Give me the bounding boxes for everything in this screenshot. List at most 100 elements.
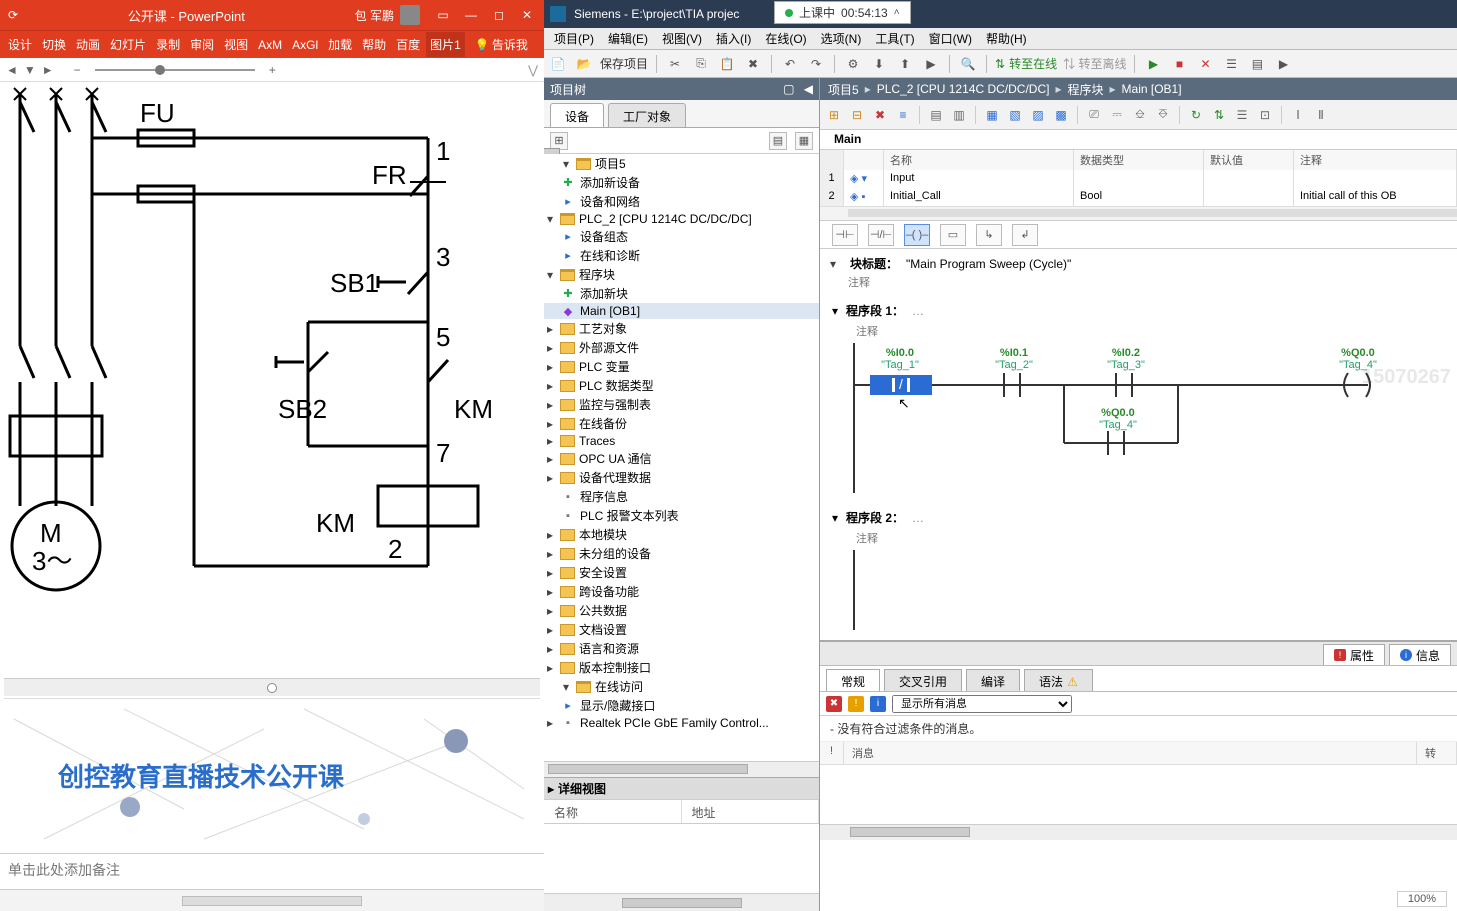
tool-icon[interactable]: ≡: [893, 105, 913, 125]
ribbon-tab[interactable]: AxM: [254, 34, 286, 56]
tree-item[interactable]: 公共数据: [579, 602, 627, 619]
tree-item[interactable]: PLC_2 [CPU 1214C DC/DC/DC]: [579, 212, 752, 226]
block-title-row[interactable]: ▾ 块标题： "Main Program Sweep (Cycle)": [820, 249, 1457, 274]
menu-item[interactable]: 编辑(E): [604, 28, 652, 49]
go-online-button[interactable]: ⇅ 转至在线: [995, 55, 1057, 72]
twisty-icon[interactable]: ▸: [544, 547, 556, 561]
tree-item[interactable]: Realtek PCIe GbE Family Control...: [580, 716, 769, 730]
ribbon-tab[interactable]: 图片1: [426, 32, 465, 57]
tree-item[interactable]: PLC 报警文本列表: [580, 507, 679, 524]
delete-icon[interactable]: ✖: [743, 54, 763, 74]
grid-scroll-x[interactable]: [820, 206, 1457, 220]
twisty-icon[interactable]: ▸: [544, 623, 556, 637]
breadcrumb-item[interactable]: Main [OB1]: [1122, 82, 1182, 96]
tab-properties[interactable]: !属性: [1323, 644, 1385, 665]
msg-col-goto[interactable]: 转: [1417, 742, 1457, 764]
twisty-icon[interactable]: ▸: [544, 398, 556, 412]
tree-item[interactable]: 设备组态: [580, 228, 628, 245]
tool-icon[interactable]: ▨: [1028, 105, 1048, 125]
slide-divider[interactable]: [4, 678, 540, 696]
twisty-icon[interactable]: ▸: [544, 434, 556, 448]
interface-grid[interactable]: 名称 数据类型 默认值 注释 1 ◈ ▾ Input 2 ◈ ▪ Initial…: [820, 150, 1457, 221]
detail-col-name[interactable]: 名称: [544, 800, 682, 823]
tree-item[interactable]: 在线访问: [595, 678, 643, 695]
new-project-icon[interactable]: 📄: [548, 54, 568, 74]
zoom-percent[interactable]: 100%: [1397, 891, 1447, 907]
menu-item[interactable]: 在线(O): [761, 28, 810, 49]
twisty-icon[interactable]: ▸: [544, 417, 556, 431]
menu-item[interactable]: 选项(N): [817, 28, 866, 49]
tool-icon[interactable]: ✖: [870, 105, 890, 125]
lad-box-icon[interactable]: ▭: [940, 224, 966, 246]
menu-item[interactable]: 帮助(H): [982, 28, 1031, 49]
tree-tab-plant[interactable]: 工厂对象: [608, 103, 686, 127]
ribbon-tab[interactable]: 帮助: [358, 32, 390, 57]
tree-item[interactable]: Traces: [579, 434, 615, 448]
grid-head-name[interactable]: 名称: [884, 150, 1074, 170]
subtab-xref[interactable]: 交叉引用: [884, 669, 962, 691]
divider-handle-icon[interactable]: [267, 683, 277, 693]
ppt-horizontal-scrollbar[interactable]: [182, 896, 362, 906]
msg-col-num[interactable]: !: [820, 742, 844, 764]
lad-coil-icon[interactable]: –( )–: [904, 224, 930, 246]
tool-icon[interactable]: ⎓: [1107, 105, 1127, 125]
ladder-rung-2[interactable]: [848, 550, 1451, 630]
tree-item[interactable]: 在线备份: [579, 415, 627, 432]
tree-item[interactable]: 添加新块: [580, 285, 628, 302]
tree-collapse-icon[interactable]: ▢: [783, 82, 794, 96]
tab-info[interactable]: i信息: [1389, 644, 1451, 665]
stop-cpu-icon[interactable]: ■: [1169, 54, 1189, 74]
twisty-icon[interactable]: ▸: [544, 341, 556, 355]
close-icon[interactable]: ✕: [518, 6, 536, 24]
menu-item[interactable]: 插入(I): [712, 28, 755, 49]
twisty-icon[interactable]: ▸: [544, 642, 556, 656]
message-filter-select[interactable]: 显示所有消息: [892, 695, 1072, 713]
tree-item[interactable]: 在线和诊断: [580, 247, 640, 264]
menu-item[interactable]: 项目(P): [550, 28, 598, 49]
tool-icon[interactable]: ↻: [1186, 105, 1206, 125]
grid-head-type[interactable]: 数据类型: [1074, 150, 1204, 170]
tree-item[interactable]: 添加新设备: [580, 174, 640, 191]
twisty-icon[interactable]: ▸: [544, 604, 556, 618]
upload-icon[interactable]: ⬆: [895, 54, 915, 74]
tree-item[interactable]: 程序信息: [580, 488, 628, 505]
breadcrumb-item[interactable]: PLC_2 [CPU 1214C DC/DC/DC]: [877, 82, 1050, 96]
download-icon[interactable]: ⬇: [869, 54, 889, 74]
ribbon-tab[interactable]: 幻灯片: [106, 32, 150, 57]
grid-row[interactable]: 1 ◈ ▾ Input: [820, 170, 1457, 188]
network-comment[interactable]: 注释: [828, 323, 1451, 343]
start-cpu-icon[interactable]: ▶: [1143, 54, 1163, 74]
tool-icon[interactable]: ⎑: [1153, 105, 1173, 125]
tree-view-icon[interactable]: ▤: [769, 132, 787, 150]
slide-canvas[interactable]: FU FR SB1 SB2 KM KM M 3～ 1 3 5 7 2: [4, 86, 538, 676]
zoom-in-icon[interactable]: +: [269, 63, 276, 77]
twisty-icon[interactable]: ▸: [544, 528, 556, 542]
tree-item[interactable]: 安全设置: [579, 564, 627, 581]
breadcrumb-item[interactable]: 程序块: [1067, 81, 1103, 98]
cut-icon[interactable]: ✂: [665, 54, 685, 74]
tool-icon[interactable]: ⊞: [824, 105, 844, 125]
ribbon-tab[interactable]: 视图: [220, 32, 252, 57]
twisty-icon[interactable]: ▸: [544, 566, 556, 580]
ppt-ribbon-opts-icon[interactable]: ▭: [434, 6, 452, 24]
tree-tool-icon[interactable]: ⊞: [550, 132, 568, 150]
tree-item[interactable]: 语言和资源: [579, 640, 639, 657]
menu-item[interactable]: 视图(V): [658, 28, 706, 49]
twisty-icon[interactable]: ▾: [832, 511, 838, 525]
selected-nc-contact[interactable]: /: [870, 375, 932, 395]
tool-icon[interactable]: ⎒: [1130, 105, 1150, 125]
ribbon-tab[interactable]: 动画: [72, 32, 104, 57]
menu-item[interactable]: 工具(T): [871, 28, 918, 49]
paste-icon[interactable]: 📋: [717, 54, 737, 74]
tree-item[interactable]: 版本控制接口: [579, 659, 651, 676]
left-arrow-icon[interactable]: ◄: [6, 63, 18, 77]
twisty-icon[interactable]: ▾: [830, 257, 842, 271]
open-icon[interactable]: 📂: [574, 54, 594, 74]
tree-item[interactable]: 程序块: [579, 266, 615, 283]
tell-me[interactable]: 告诉我: [492, 36, 528, 53]
tree-item[interactable]: 工艺对象: [579, 320, 627, 337]
lad-no-contact-icon[interactable]: ⊣⊢: [832, 224, 858, 246]
ribbon-tab[interactable]: 加载: [324, 32, 356, 57]
tree-item[interactable]: Main [OB1]: [580, 304, 640, 318]
tree-item[interactable]: PLC 数据类型: [579, 377, 654, 394]
